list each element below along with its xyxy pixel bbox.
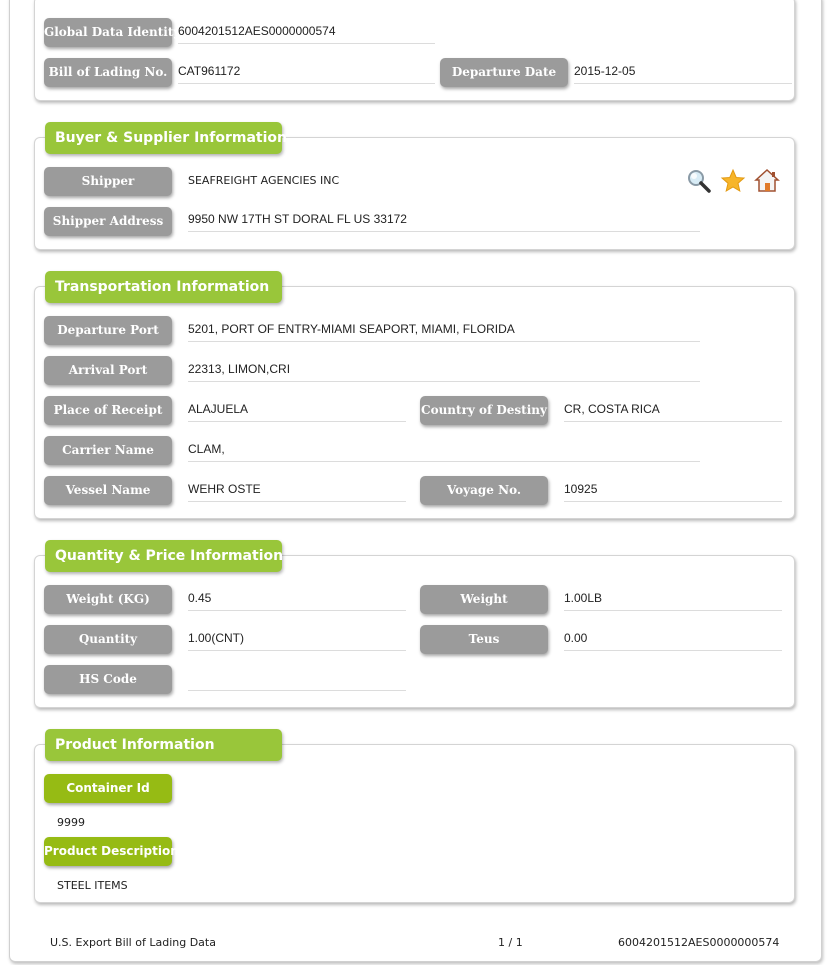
container-id-value: 9999 (57, 816, 85, 829)
global-data-identity-label: Global Data Identity (44, 18, 180, 47)
footer-source: U.S. Export Bill of Lading Data (50, 936, 216, 949)
departure-port-label: Departure Port (44, 316, 172, 345)
product-description-value: STEEL ITEMS (57, 879, 128, 892)
voyage-no-label: Voyage No. (420, 476, 548, 505)
departure-date-value: 2015-12-05 (574, 62, 792, 84)
buyer-supplier-title: Buyer & Supplier Information (45, 122, 287, 154)
star-icon[interactable] (720, 168, 746, 194)
weight-kg-label: Weight (KG) (44, 585, 172, 614)
place-of-receipt-label: Place of Receipt (44, 396, 172, 425)
teus-value: 0.00 (564, 629, 782, 651)
search-icon[interactable] (686, 168, 712, 194)
bill-of-lading-value: CAT961172 (178, 62, 435, 84)
arrival-port-label: Arrival Port (44, 356, 172, 385)
voyage-no-value: 10925 (564, 480, 782, 502)
container-id-label: Container Id (44, 774, 172, 803)
departure-port-value: 5201, PORT OF ENTRY-MIAMI SEAPORT, MIAMI… (188, 320, 700, 342)
product-title: Product Information (45, 729, 282, 761)
place-of-receipt-value: ALAJUELA (188, 400, 406, 422)
product-panel (34, 744, 795, 903)
vessel-name-label: Vessel Name (44, 476, 172, 505)
teus-label: Teus (420, 625, 548, 654)
footer-page-number: 1 / 1 (498, 936, 523, 949)
country-of-destiny-label: Country of Destiny (420, 396, 548, 425)
country-of-destiny-value: CR, COSTA RICA (564, 400, 782, 422)
quantity-value: 1.00(CNT) (188, 629, 406, 651)
product-description-label: Product Description (44, 837, 179, 866)
weight-label: Weight (420, 585, 548, 614)
shipper-address-value: 9950 NW 17TH ST DORAL FL US 33172 (188, 210, 700, 232)
quantity-label: Quantity (44, 625, 172, 654)
home-icon[interactable] (754, 168, 780, 194)
arrival-port-value: 22313, LIMON,CRI (188, 360, 700, 382)
vessel-name-value: WEHR OSTE (188, 480, 406, 502)
action-icons (686, 168, 780, 194)
carrier-name-label: Carrier Name (44, 436, 172, 465)
departure-date-label: Departure Date (440, 58, 568, 87)
shipper-address-label: Shipper Address (44, 207, 172, 236)
weight-kg-value: 0.45 (188, 589, 406, 611)
shipper-value: SEAFREIGHT AGENCIES INC (188, 174, 340, 187)
weight-value: 1.00LB (564, 589, 782, 611)
transportation-title: Transportation Information (45, 271, 282, 303)
bill-of-lading-label: Bill of Lading No. (44, 58, 172, 87)
hs-code-value (188, 669, 406, 691)
global-data-identity-value: 6004201512AES0000000574 (178, 22, 435, 44)
hs-code-label: HS Code (44, 665, 172, 694)
shipper-label: Shipper (44, 167, 172, 196)
footer-identity: 6004201512AES0000000574 (618, 936, 780, 949)
quantity-price-title: Quantity & Price Information (45, 540, 283, 572)
carrier-name-value: CLAM, (188, 440, 700, 462)
